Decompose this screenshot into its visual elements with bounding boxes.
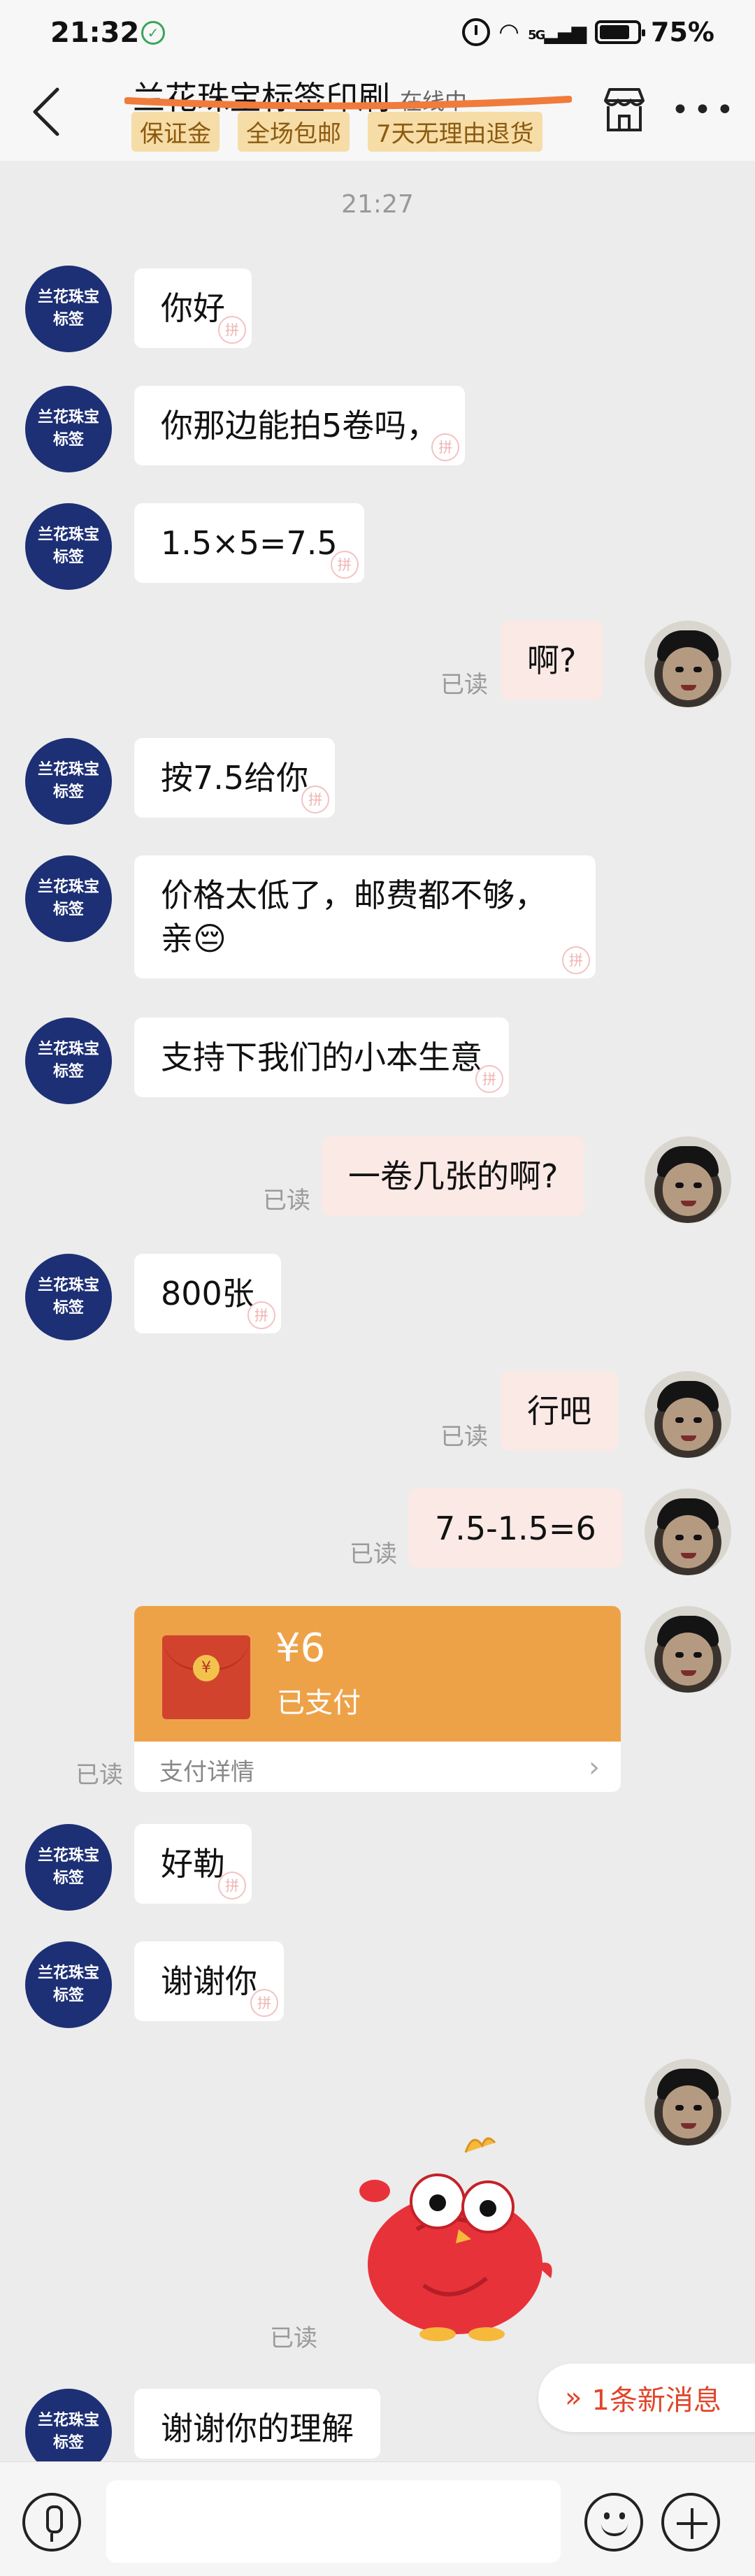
- watermark-icon: 拼: [218, 316, 246, 344]
- title-strikethrough: [124, 96, 572, 110]
- shop-avatar[interactable]: 兰花珠宝标签: [25, 738, 112, 825]
- watermark-icon: 拼: [218, 1872, 246, 1900]
- message-bubble-received[interactable]: 价格太低了，邮费都不够，亲😔 拼: [134, 855, 596, 978]
- message-bubble-received[interactable]: 谢谢你的理解: [134, 2389, 380, 2459]
- message-text: 啊?: [527, 642, 577, 679]
- microphone-icon[interactable]: [22, 2493, 81, 2552]
- shop-avatar[interactable]: 兰花珠宝标签: [25, 386, 112, 472]
- read-receipt: 已读: [270, 2324, 317, 2352]
- shop-avatar[interactable]: 兰花珠宝标签: [25, 855, 112, 942]
- battery-icon: [595, 20, 646, 44]
- payment-status: 已支付: [277, 1687, 361, 1719]
- message-bubble-sent[interactable]: 啊?: [501, 621, 603, 700]
- shop-avatar[interactable]: 兰花珠宝标签: [25, 1941, 112, 2028]
- shop-tags: 保证金 全场包邮 7天无理由退货: [131, 112, 542, 152]
- emoji-icon[interactable]: [584, 2493, 643, 2552]
- message-bubble-received[interactable]: 按7.5给你 拼: [134, 738, 336, 818]
- chevron-right-icon: ›: [589, 1751, 600, 1783]
- read-receipt: 已读: [76, 1761, 123, 1789]
- wifi-icon: ◠: [499, 18, 519, 46]
- watermark-icon: 拼: [562, 946, 590, 974]
- message-bubble-received[interactable]: 你好 拼: [134, 268, 252, 348]
- status-bar: 21:32 ✓ ◠ 5G▂▄▆ 75%: [0, 0, 755, 70]
- clock: 21:32: [50, 17, 140, 49]
- watermark-icon: 拼: [247, 1301, 275, 1329]
- message-text: 你那边能拍5卷吗，: [161, 407, 439, 444]
- watermark-icon: 拼: [475, 1065, 503, 1093]
- message-bubble-received[interactable]: 支持下我们的小本生意 拼: [134, 1018, 509, 1097]
- message-text: 支持下我们的小本生意: [161, 1039, 482, 1076]
- payment-amount: ¥6: [275, 1626, 326, 1671]
- shop-avatar[interactable]: 兰花珠宝标签: [25, 1018, 112, 1104]
- shop-avatar[interactable]: 兰花珠宝标签: [25, 503, 112, 590]
- message-bubble-received[interactable]: 谢谢你 拼: [134, 1941, 284, 2021]
- more-options-icon[interactable]: •••: [671, 95, 738, 126]
- payment-detail-link[interactable]: 支付详情: [159, 1753, 254, 1787]
- chat-header: 兰花珠宝标签印刷 在线中 保证金 全场包邮 7天无理由退货 •••: [0, 70, 755, 161]
- read-receipt: 已读: [440, 671, 488, 699]
- message-text: 7.5-1.5=6: [435, 1510, 596, 1547]
- user-avatar[interactable]: [645, 1489, 731, 1575]
- watermark-icon: 拼: [431, 433, 460, 461]
- watermark-icon: 拼: [250, 1989, 278, 2017]
- battery-percentage: 75%: [651, 17, 714, 48]
- shop-avatar[interactable]: 兰花珠宝标签: [25, 266, 112, 352]
- read-receipt: 已读: [440, 1423, 488, 1451]
- message-text: 谢谢你的理解: [161, 2410, 354, 2447]
- message-bubble-received[interactable]: 1.5×5=7.5 拼: [134, 503, 364, 583]
- sticker-red-bird[interactable]: [333, 2125, 563, 2341]
- shop-avatar[interactable]: 兰花珠宝标签: [25, 1254, 112, 1340]
- message-text: 谢谢你: [161, 1962, 257, 2000]
- message-input[interactable]: [106, 2480, 561, 2563]
- new-message-indicator[interactable]: » 1条新消息: [538, 2364, 755, 2432]
- message-text: 价格太低了，邮费都不够，亲😔: [161, 876, 547, 957]
- message-bubble-received[interactable]: 你那边能拍5卷吗， 拼: [134, 386, 466, 465]
- message-text: 800张: [161, 1275, 254, 1312]
- message-bubble-sent[interactable]: 7.5-1.5=6: [408, 1489, 623, 1568]
- shop-avatar[interactable]: 兰花珠宝标签: [25, 1824, 112, 1911]
- message-text: 1.5×5=7.5: [161, 524, 338, 562]
- store-icon[interactable]: [600, 85, 649, 134]
- watermark-icon: 拼: [330, 551, 359, 579]
- message-text: 你好: [161, 289, 225, 327]
- message-text: 一卷几张的啊?: [348, 1157, 559, 1195]
- message-bubble-received[interactable]: 好勒 拼: [134, 1824, 252, 1904]
- payment-card[interactable]: ¥ ¥6 已支付 支付详情 ›: [134, 1606, 621, 1792]
- message-bubble-sent[interactable]: 行吧: [501, 1371, 618, 1451]
- message-text: 按7.5给你: [161, 759, 309, 797]
- app-notification-icon: ✓: [141, 21, 165, 45]
- tag-free-shipping: 全场包邮: [238, 112, 350, 152]
- message-text: 好勒: [161, 1845, 225, 1883]
- watermark-icon: 拼: [301, 786, 330, 813]
- alarm-icon: [461, 18, 490, 46]
- red-envelope-icon: ¥: [162, 1635, 250, 1719]
- back-button[interactable]: [27, 84, 69, 140]
- double-chevron-down-icon: »: [565, 2382, 582, 2414]
- user-avatar[interactable]: [645, 1371, 731, 1458]
- time-divider: 21:27: [341, 190, 414, 219]
- user-avatar[interactable]: [645, 1136, 731, 1223]
- plus-icon[interactable]: [661, 2493, 720, 2552]
- new-message-label: 1条新消息: [591, 2385, 721, 2417]
- signal-icon: 5G▂▄▆: [528, 20, 587, 44]
- read-receipt: 已读: [350, 1540, 397, 1568]
- input-bar: [0, 2461, 755, 2576]
- tag-deposit: 保证金: [131, 112, 220, 152]
- status-icons: ◠ 5G▂▄▆ 75%: [461, 17, 714, 48]
- user-avatar[interactable]: [645, 2059, 731, 2146]
- message-text: 行吧: [527, 1392, 591, 1430]
- tag-return-policy: 7天无理由退货: [368, 112, 542, 152]
- user-avatar[interactable]: [645, 1606, 731, 1693]
- chevron-left-icon: [33, 87, 59, 136]
- message-bubble-sent[interactable]: 一卷几张的啊?: [322, 1136, 585, 1216]
- read-receipt: 已读: [263, 1187, 310, 1215]
- message-bubble-received[interactable]: 800张 拼: [134, 1254, 281, 1333]
- user-avatar[interactable]: [645, 621, 731, 707]
